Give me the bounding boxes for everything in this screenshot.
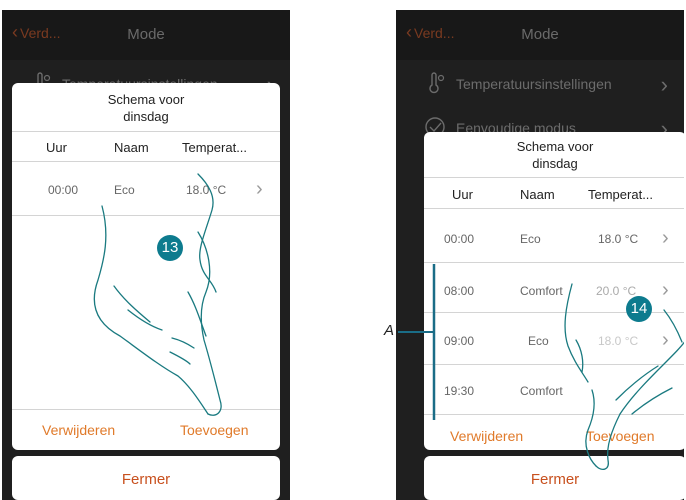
step-badge: 13 bbox=[157, 235, 183, 261]
step-badge: 14 bbox=[626, 296, 652, 322]
left-phone-screen: ‹Verd... Mode Temperatuursinstellingen ›… bbox=[2, 10, 290, 500]
hand-pointer-icon bbox=[564, 283, 684, 471]
hand-pointer-icon bbox=[93, 173, 222, 416]
right-phone-screen: ‹ Verd... Mode Temperatuursinstellingen ›… bbox=[396, 10, 684, 500]
bracket-icon bbox=[398, 264, 436, 420]
